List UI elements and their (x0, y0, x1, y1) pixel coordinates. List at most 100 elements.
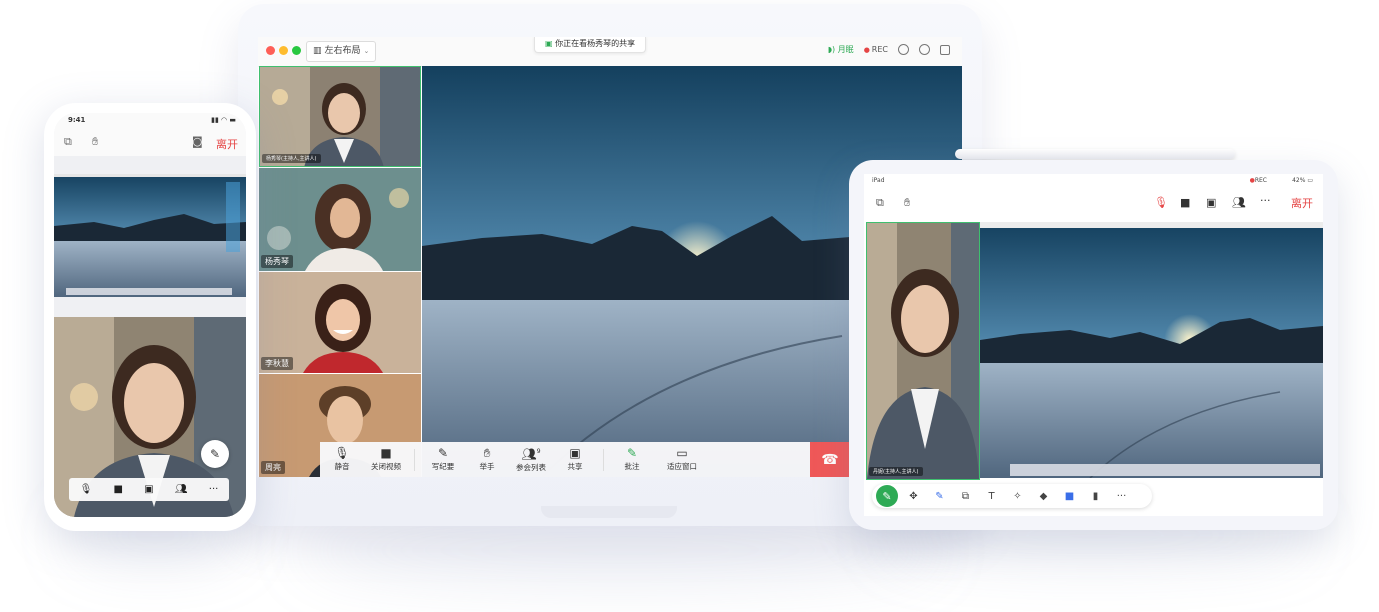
stylus-pencil (955, 149, 1235, 159)
people-icon[interactable]: 👥︎ (175, 484, 188, 495)
camera-icon: ■ (380, 446, 392, 460)
camera-icon[interactable]: ■ (114, 484, 123, 495)
mic-icon: 🎙︎ (334, 446, 350, 460)
phone-top-bar: ⧉ ✋︎ ◙ 离开 (54, 128, 246, 156)
battery-label: 42% (1292, 177, 1306, 184)
move-icon[interactable]: ✥ (903, 491, 924, 502)
pen-icon[interactable]: ✎ (876, 485, 898, 507)
dropdown-chevron-icon: ⌄ (363, 47, 370, 55)
raise-hand-button[interactable]: ✋︎ 举手 (465, 447, 509, 472)
camera-icon[interactable]: ■ (1180, 196, 1190, 209)
tablet-shared-screen (980, 222, 1323, 478)
mute-label: 静音 (334, 462, 350, 471)
info-icon[interactable] (898, 44, 909, 55)
hand-icon: ✋︎ (483, 446, 491, 460)
monitor-icon: ▭ (676, 446, 688, 460)
more-icon[interactable]: ··· (1260, 194, 1271, 207)
people-icon: 👥︎9 (521, 447, 541, 461)
participant-tile[interactable]: 李秋慧 (259, 272, 421, 373)
participant-tile[interactable]: 杨秀琴 (259, 168, 421, 271)
share-label: 共享 (567, 462, 583, 471)
camera-flip-icon[interactable]: ◙ (192, 135, 203, 148)
phone-status-bar: 9:41 ▮▮ ◠ ▬ (54, 113, 246, 128)
highlighter-icon[interactable]: ✎ (929, 491, 950, 502)
raise-hand-label: 举手 (479, 462, 495, 471)
share-screen-icon: ▣ (569, 446, 581, 460)
leave-button[interactable]: 离开 (1291, 195, 1313, 211)
rec-label: REC (1254, 177, 1267, 184)
expand-icon[interactable] (940, 44, 950, 55)
hand-icon[interactable]: ✋︎ (92, 135, 98, 149)
participant-tile[interactable]: 杨秀琴(主持人,主讲人) (259, 66, 421, 167)
stop-video-label: 关闭视频 (371, 462, 401, 471)
color-icon[interactable]: ■ (1059, 491, 1080, 502)
phone-time: 9:41 (68, 116, 86, 124)
laptop-stand (541, 506, 677, 518)
phone-shared-screen-image (54, 174, 246, 297)
network-status[interactable]: ◗) 月眠 (828, 44, 854, 55)
hangup-icon: ☎︎ (821, 451, 839, 468)
mute-button[interactable]: 🎙︎ 静音 (320, 447, 364, 472)
rec-badge: ●REC (1249, 177, 1267, 184)
switch-view-icon[interactable]: ⧉ (64, 135, 72, 149)
mic-off-icon[interactable]: 🎙︎ (1154, 196, 1168, 209)
close-window-button[interactable] (266, 46, 275, 55)
layout-dropdown-label: 左右布局 (324, 46, 361, 56)
participant-name: 杨秀琴(主持人,主讲人) (262, 154, 321, 163)
share-banner-text: 你正在看杨秀琴的共享 (555, 39, 636, 48)
minutes-label: 写纪要 (431, 462, 455, 471)
more-icon[interactable]: ··· (1111, 491, 1132, 502)
speaker-name: 丹妮(主持人,主讲人) (869, 467, 923, 476)
magic-wand-icon[interactable]: ✧ (1007, 491, 1028, 502)
laptop-shadow (300, 520, 940, 580)
share-screen-icon[interactable]: ▣ (1206, 196, 1216, 209)
fit-window-button[interactable]: ▭ 适应窗口 (654, 447, 710, 472)
share-screen-icon[interactable]: ▣ (144, 484, 153, 495)
participant-name: 周亮 (261, 461, 285, 474)
phone-toolbar: 🎙︎ ■ ▣ 👥︎ ··· (69, 478, 229, 501)
share-banner: ▣ 你正在看杨秀琴的共享 (534, 37, 647, 53)
switch-view-icon[interactable]: ⧉ (876, 196, 884, 210)
share-screen-icon: ▣ (545, 39, 553, 48)
rec-badge[interactable]: REC (864, 45, 888, 54)
annotation-toolbar: ✎ ✥ ✎ ⧉ T ✧ ◆ ■ ▮ ··· (872, 484, 1152, 508)
pen-icon: ✎ (209, 447, 221, 461)
phone-shared-screen (54, 174, 246, 297)
window-titlebar: ▥ 左右布局 ⌄ ▣ 你正在看杨秀琴的共享 ◗) 月眠 REC (258, 37, 962, 67)
tablet-speaker-video: 丹妮(主持人,主讲人) (866, 222, 980, 480)
participants-count: 9 (536, 448, 541, 455)
phone-screen: 9:41 ▮▮ ◠ ▬ ⧉ ✋︎ ◙ 离开 ✎ 🎙︎ ■ ▣ 👥︎ ··· (54, 113, 246, 517)
annotate-icon: ✎ (626, 446, 638, 460)
eraser-icon[interactable]: ◆ (1033, 491, 1054, 502)
tablet-speaker-image (867, 223, 979, 479)
leave-button[interactable]: 离开 (216, 136, 238, 152)
maximize-window-button[interactable] (292, 46, 301, 55)
participant-name: 杨秀琴 (261, 255, 293, 268)
share-button[interactable]: ▣ 共享 (553, 447, 597, 472)
battery-icon: ▮▮ ◠ ▬ (211, 116, 236, 124)
shape-icon[interactable]: ⧉ (955, 491, 976, 502)
tablet-shared-screen-image (980, 222, 1323, 478)
fit-window-label: 适应窗口 (667, 462, 697, 471)
hand-icon[interactable]: ✋︎ (904, 196, 910, 210)
toolbar-divider (414, 448, 415, 471)
people-icon[interactable]: 👥︎ (1232, 196, 1246, 209)
trash-icon[interactable]: ▮ (1085, 491, 1106, 502)
minutes-button[interactable]: ✎ 写纪要 (421, 447, 465, 472)
mic-icon[interactable]: 🎙︎ (80, 484, 93, 495)
annotate-label: 批注 (624, 462, 640, 471)
minimize-window-button[interactable] (279, 46, 288, 55)
annotate-button[interactable]: ✎ 批注 (610, 447, 654, 472)
text-icon[interactable]: T (981, 491, 1002, 502)
tablet-top-bar: ⧉ ✋︎ 🎙︎ ■ ▣ 👥︎ ··· 离开 (864, 188, 1323, 220)
more-icon[interactable]: ··· (209, 484, 219, 495)
device-label: iPad (872, 177, 885, 184)
pen-icon: ✎ (437, 446, 449, 460)
layout-grid-icon: ▥ (313, 46, 322, 56)
hangup-button[interactable]: ☎︎ (810, 442, 850, 477)
layout-dropdown[interactable]: ▥ 左右布局 ⌄ (306, 41, 377, 62)
annotate-fab[interactable]: ✎ (201, 440, 229, 468)
participants-button[interactable]: 👥︎9 参会列表 (509, 446, 553, 473)
settings-icon[interactable] (919, 44, 930, 55)
stop-video-button[interactable]: ■ 关闭视频 (364, 447, 408, 472)
